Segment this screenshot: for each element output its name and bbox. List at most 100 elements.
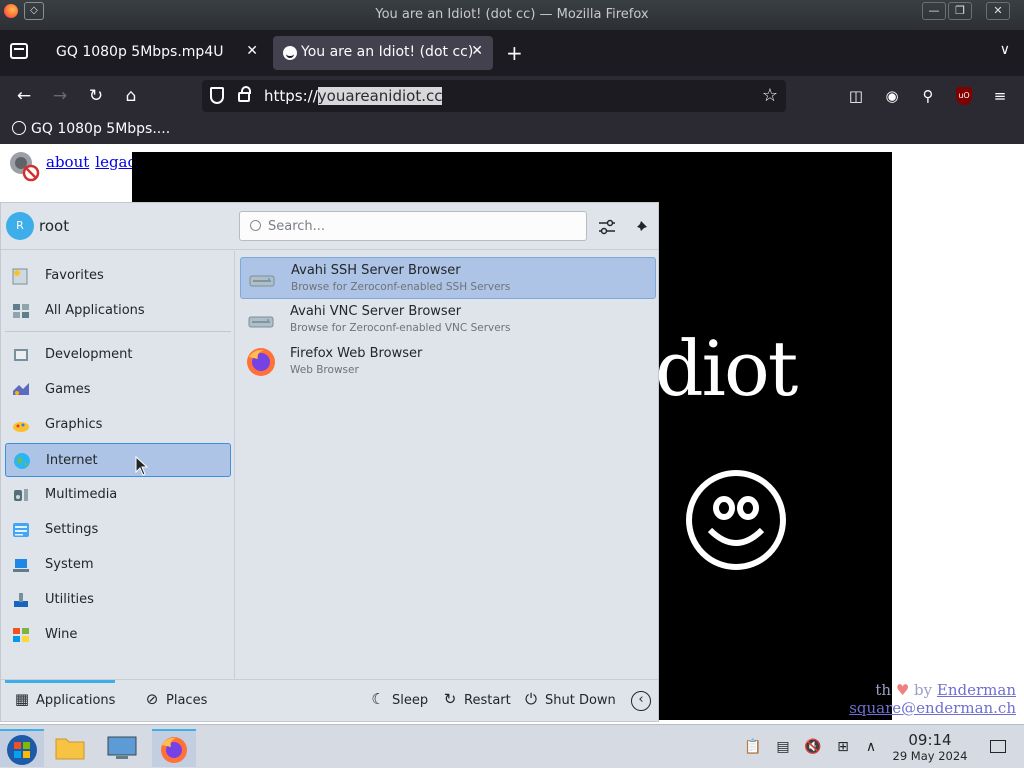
wine-windows-flag-icon <box>13 628 29 642</box>
url-host-selected: youareanidiot.cc <box>317 87 443 105</box>
user-avatar[interactable]: R <box>6 212 34 240</box>
category-list: Favorites All Applications Development G… <box>1 251 235 679</box>
firefox-view-button[interactable] <box>10 43 28 59</box>
computer-settings-icon <box>107 736 137 759</box>
app-item-avahi-vnc[interactable]: Avahi VNC Server Browser Browse for Zero… <box>240 299 656 341</box>
tab-gq-video[interactable]: GQ 1080p 5Mbps.mp4U ✕ <box>44 36 268 70</box>
window-title: You are an Idiot! (dot cc) — Mozilla Fir… <box>375 7 649 22</box>
tab-close-button[interactable]: ✕ <box>246 43 258 59</box>
input-method-icon[interactable]: ⊞ <box>834 738 852 756</box>
more-options-chevron-icon[interactable]: ‹ <box>631 691 651 711</box>
email-link[interactable]: square@enderman.ch <box>849 699 1016 717</box>
utilities-icon <box>14 593 28 607</box>
games-icon <box>13 383 29 395</box>
credits-text: th ♥ by Enderman square@enderman.ch <box>849 681 1016 717</box>
mouse-cursor-icon <box>135 456 149 476</box>
sleep-icon: ☾ <box>371 690 385 708</box>
digital-clock[interactable]: 09:14 29 May 2024 <box>884 731 976 763</box>
internet-globe-icon <box>14 453 30 469</box>
category-internet[interactable]: Internet <box>5 443 231 477</box>
category-system[interactable]: System <box>5 548 231 582</box>
grid-icon: ▦ <box>14 690 30 708</box>
all-applications-icon <box>13 304 29 318</box>
category-utilities[interactable]: Utilities <box>5 583 231 617</box>
search-icon <box>250 220 261 231</box>
application-list: Avahi SSH Server Browser Browse for Zero… <box>236 251 658 679</box>
tab-close-button[interactable]: ✕ <box>471 43 483 59</box>
category-games[interactable]: Games <box>5 373 231 407</box>
category-development[interactable]: Development <box>5 338 231 372</box>
application-launcher-menu: R root Favorites All Applications Develo… <box>0 202 659 722</box>
category-settings[interactable]: Settings <box>5 513 231 547</box>
network-server-icon <box>249 275 275 287</box>
tab-label: GQ 1080p 5Mbps.mp4U <box>56 44 224 60</box>
tab-idiot[interactable]: You are an Idiot! (dot cc) ✕ <box>273 36 493 70</box>
bookmark-item[interactable]: GQ 1080p 5Mbps.... <box>12 121 170 137</box>
ublock-origin-icon[interactable]: uO <box>956 87 972 105</box>
new-tab-button[interactable]: + <box>506 41 523 65</box>
graphics-icon <box>13 422 29 432</box>
forward-button[interactable]: → <box>49 85 71 107</box>
taskbar-firefox[interactable] <box>152 729 196 767</box>
restart-button[interactable]: ↻ Restart <box>441 690 511 712</box>
search-input[interactable] <box>268 217 568 235</box>
extensions-icon[interactable]: ⚲ <box>917 85 939 107</box>
close-window-button[interactable]: ✕ <box>986 2 1010 20</box>
account-icon[interactable]: ◉ <box>881 85 903 107</box>
app-item-firefox[interactable]: Firefox Web Browser Web Browser <box>240 341 656 383</box>
tabs-bar: GQ 1080p 5Mbps.mp4U ✕ You are an Idiot! … <box>0 30 1024 76</box>
configure-sliders-icon[interactable] <box>597 217 617 237</box>
pin-icon[interactable] <box>631 217 651 237</box>
menu-header: R root <box>1 203 658 250</box>
active-tab-indicator <box>5 680 115 683</box>
category-graphics[interactable]: Graphics <box>5 408 231 442</box>
notes-icon[interactable]: ▤ <box>774 738 792 756</box>
app-launcher-button[interactable] <box>0 729 44 767</box>
shutdown-button[interactable]: ⏻ Shut Down <box>522 690 616 712</box>
sleep-button[interactable]: ☾ Sleep <box>369 690 428 712</box>
author-link[interactable]: Enderman <box>937 681 1016 699</box>
windows-logo-icon <box>7 735 37 765</box>
category-wine[interactable]: Wine <box>5 618 231 652</box>
pocket-icon[interactable]: ◫ <box>845 85 867 107</box>
lock-icon[interactable] <box>238 86 251 102</box>
address-bar[interactable]: https://youareanidiot.cc ☆ <box>202 80 786 112</box>
big-word-text: diot <box>655 324 798 413</box>
search-field[interactable] <box>239 211 587 241</box>
url-text[interactable]: https://youareanidiot.cc <box>264 87 443 105</box>
app-item-avahi-ssh[interactable]: Avahi SSH Server Browser Browse for Zero… <box>240 257 656 299</box>
minimize-button[interactable]: — <box>922 2 946 20</box>
hamburger-menu-icon[interactable]: ≡ <box>989 85 1011 107</box>
reload-button[interactable]: ↻ <box>85 85 107 107</box>
bookmark-star-icon[interactable]: ☆ <box>762 85 778 106</box>
settings-icon <box>13 523 29 537</box>
tray-expand-chevron-icon[interactable]: ∧ <box>862 738 880 756</box>
development-icon <box>14 349 28 361</box>
clipboard-icon[interactable]: 📋 <box>744 738 762 756</box>
user-name: root <box>39 217 70 235</box>
heart-icon: ♥ <box>895 681 910 699</box>
taskbar-panel: 📋 ▤ 🔇 ⊞ ∧ 09:14 29 May 2024 <box>0 724 1024 768</box>
clock-time: 09:14 <box>908 731 952 749</box>
category-all-applications[interactable]: All Applications <box>5 294 231 328</box>
menu-footer: ▦ Applications ⊘ Places ☾ Sleep ↻ Restart ⏻ S… <box>1 679 658 721</box>
link-about[interactable]: about <box>46 153 89 171</box>
back-button[interactable]: ← <box>13 85 35 107</box>
taskbar-file-manager[interactable] <box>48 729 92 767</box>
volume-muted-icon[interactable]: 🔇 <box>804 738 822 756</box>
tab-applications[interactable]: ▦ Applications <box>13 690 116 712</box>
show-desktop-icon[interactable] <box>990 740 1006 753</box>
maximize-button[interactable]: ❐ <box>948 2 972 20</box>
navigation-toolbar: ← → ↻ ⌂ https://youareanidiot.cc ☆ ◫ ◉ ⚲… <box>0 76 1024 116</box>
category-multimedia[interactable]: Multimedia <box>5 478 231 512</box>
window-titlebar: ◇ You are an Idiot! (dot cc) — Mozilla F… <box>0 0 1024 30</box>
list-all-tabs-chevron-icon[interactable]: ∨ <box>1000 42 1010 58</box>
home-button[interactable]: ⌂ <box>120 85 142 107</box>
folder-icon <box>55 738 85 760</box>
taskbar-system-settings[interactable] <box>100 729 144 767</box>
category-favorites[interactable]: Favorites <box>5 259 231 293</box>
tab-places[interactable]: ⊘ Places <box>143 690 208 712</box>
globe-icon <box>12 121 26 135</box>
clock-date: 29 May 2024 <box>892 749 968 763</box>
tracking-protection-shield-icon[interactable] <box>210 87 224 104</box>
